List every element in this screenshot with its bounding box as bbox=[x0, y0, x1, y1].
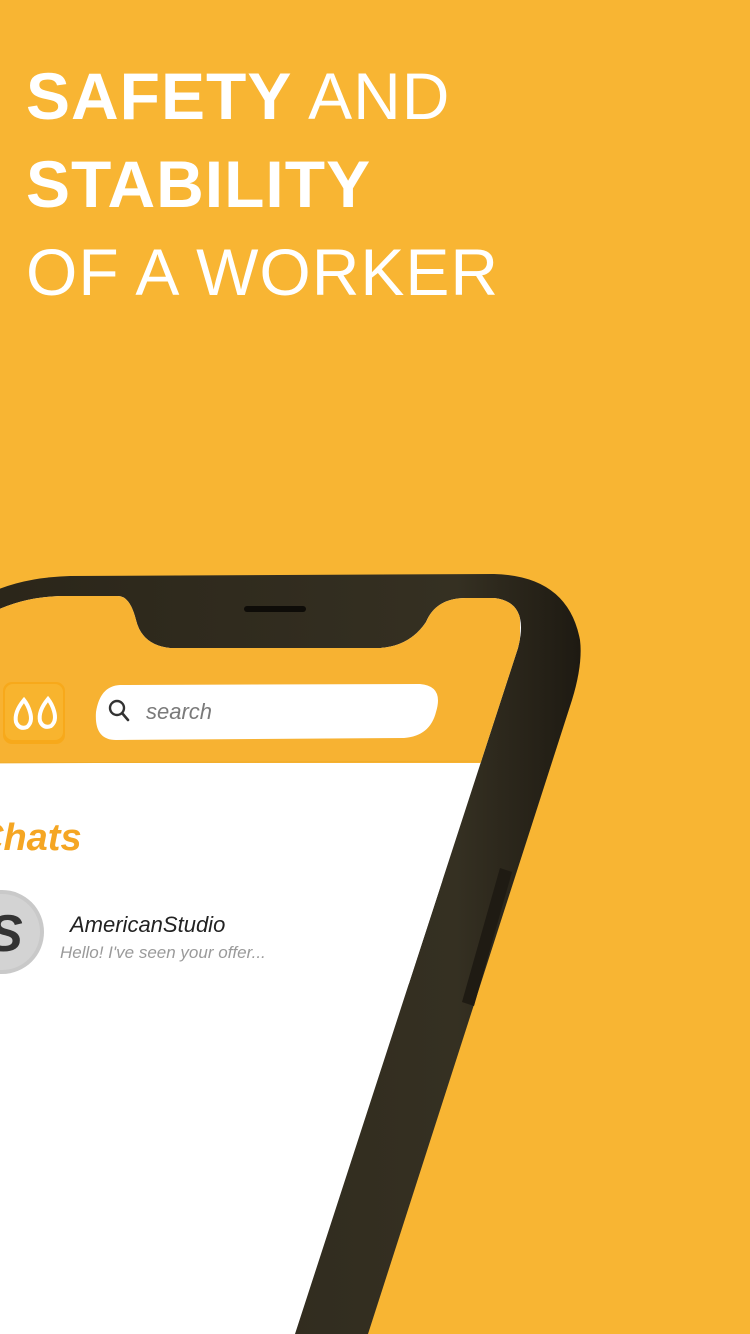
promo-headline: SAFETY AND STABILITY OF A WORKER bbox=[26, 52, 499, 316]
avatar-letter: S bbox=[0, 905, 23, 963]
chats-section-title: Chats bbox=[0, 817, 82, 859]
search-bar[interactable]: search bbox=[95, 684, 439, 740]
app-logo-icon[interactable] bbox=[3, 682, 65, 744]
chat-message-preview: Hello! I've seen your offer... bbox=[60, 943, 266, 962]
headline-word-safety: SAFETY bbox=[26, 59, 293, 133]
headline-line-worker: OF A WORKER bbox=[26, 235, 500, 309]
headline-word-stability: STABILITY bbox=[26, 147, 372, 221]
phone-side-button bbox=[462, 868, 512, 1006]
phone-screen: search Chats S AmericanStudio Hello! I'v… bbox=[0, 596, 521, 1334]
search-input-placeholder: search bbox=[146, 699, 212, 724]
chat-contact-name: AmericanStudio bbox=[68, 912, 225, 937]
headline-word-and: AND bbox=[308, 59, 451, 133]
chat-list-item[interactable]: S AmericanStudio Hello! I've seen your o… bbox=[0, 880, 480, 984]
phone-speaker bbox=[244, 606, 306, 612]
